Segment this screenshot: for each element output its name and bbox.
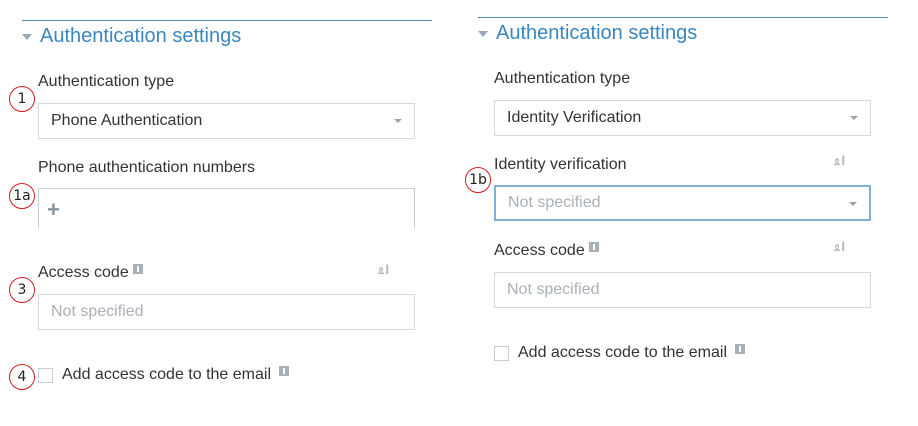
dropdown-caret-icon (849, 202, 857, 206)
identity-verification-label: Identity verification (494, 156, 627, 173)
authentication-settings-panel-right: Authentication settings (478, 17, 888, 46)
collapse-chevron-icon (478, 31, 488, 37)
identity-verification-placeholder: Not specified (508, 194, 601, 211)
annotation-badge-1a: 1a (9, 183, 35, 209)
identity-verification-select[interactable]: Not specified (494, 185, 871, 221)
access-code-placeholder: Not specified (507, 281, 600, 298)
add-access-code-label-text: Add access code to the email (62, 366, 272, 383)
authentication-type-select[interactable]: Phone Authentication (38, 103, 415, 139)
annotation-badge-1b: 1b (465, 167, 491, 193)
info-icon[interactable] (588, 242, 599, 252)
dropdown-caret-icon (394, 119, 402, 123)
authentication-type-label: Authentication type (494, 70, 631, 87)
add-access-code-checkbox[interactable] (494, 346, 509, 361)
access-code-label: Access code (494, 242, 599, 260)
access-code-placeholder: Not specified (51, 303, 144, 320)
link-icon[interactable]: ᦸI (378, 261, 390, 279)
add-access-code-label: Add access code to the email (62, 366, 290, 384)
link-icon[interactable]: ᦸI (834, 238, 846, 256)
add-phone-number-plus-icon[interactable]: + (47, 197, 60, 223)
link-icon[interactable]: ᦸI (834, 152, 846, 170)
add-access-code-checkbox[interactable] (38, 368, 53, 383)
access-code-label: Access code (38, 264, 143, 282)
access-code-input[interactable]: Not specified (38, 294, 415, 330)
access-code-label-text: Access code (38, 264, 129, 281)
section-divider (22, 20, 432, 21)
section-divider (478, 17, 888, 18)
annotation-badge-1: 1 (9, 86, 35, 112)
add-access-code-label-text: Add access code to the email (518, 344, 728, 361)
info-icon[interactable] (735, 344, 746, 354)
authentication-type-label: Authentication type (38, 73, 175, 90)
section-title: Authentication settings (496, 21, 698, 44)
authentication-type-select[interactable]: Identity Verification (494, 100, 871, 136)
phone-numbers-list: + (38, 188, 415, 228)
access-code-label-text: Access code (494, 242, 585, 259)
dropdown-caret-icon (850, 116, 858, 120)
annotation-badge-3: 3 (9, 277, 35, 303)
authentication-type-value: Identity Verification (507, 109, 642, 126)
phone-authentication-numbers-label: Phone authentication numbers (38, 159, 256, 176)
authentication-type-value: Phone Authentication (51, 112, 203, 129)
info-icon[interactable] (279, 366, 290, 376)
annotation-badge-4: 4 (9, 364, 35, 390)
access-code-input[interactable]: Not specified (494, 272, 871, 308)
section-title: Authentication settings (40, 24, 242, 47)
add-access-code-label: Add access code to the email (518, 344, 746, 362)
info-icon[interactable] (132, 264, 143, 274)
authentication-settings-panel-left: Authentication settings (22, 20, 432, 49)
section-header[interactable]: Authentication settings (478, 20, 888, 46)
collapse-chevron-icon (22, 34, 32, 40)
section-header[interactable]: Authentication settings (22, 23, 432, 49)
